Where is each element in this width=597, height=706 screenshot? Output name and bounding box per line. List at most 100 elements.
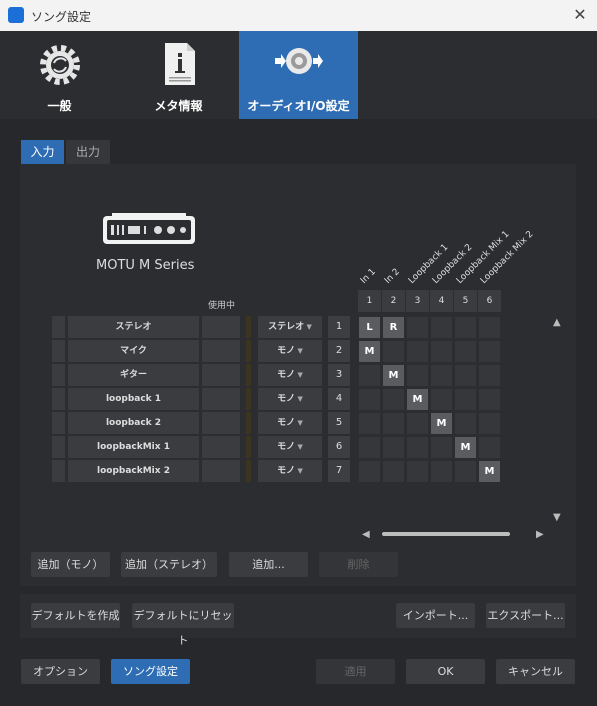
channel-name[interactable]: ギター	[68, 364, 199, 386]
scroll-left-icon[interactable]: ◀	[362, 529, 370, 540]
column-number-header: 1	[358, 290, 381, 312]
device-name: MOTU M Series	[96, 258, 195, 273]
channel-name[interactable]: loopbackMix 1	[68, 436, 199, 458]
channel-type-value: モノ	[277, 370, 296, 380]
channel-type-value: モノ	[277, 394, 296, 404]
channel-type-select[interactable]: モノ ▼	[258, 460, 322, 482]
using-label: 使用中	[208, 301, 236, 311]
scroll-right-icon[interactable]: ▶	[536, 529, 544, 540]
row-handle[interactable]	[52, 436, 65, 458]
row-handle[interactable]	[52, 316, 65, 338]
preset-bar: デフォルトを作成 デフォルトにリセット インポート... エクスポート...	[20, 594, 576, 647]
channel-type-select[interactable]: モノ ▼	[258, 364, 322, 386]
level-meter	[246, 412, 251, 434]
tab-meta-info[interactable]: メタ情報	[119, 31, 238, 119]
ok-button[interactable]: OK	[406, 659, 485, 684]
column-number-header: 4	[430, 290, 453, 312]
channel-using	[202, 388, 240, 410]
channel-name[interactable]: loopbackMix 2	[68, 460, 199, 482]
import-button[interactable]: インポート...	[396, 603, 475, 628]
add-button[interactable]: 追加...	[229, 552, 308, 577]
top-tab-bar: 一般 メタ情報 オーディオI/O設定	[0, 31, 597, 119]
chevron-down-icon: ▼	[295, 371, 303, 379]
chevron-down-icon: ▼	[295, 419, 303, 427]
row-handle[interactable]	[52, 460, 65, 482]
io-panel: MOTU M Series 使用中 In 1 In 2 Loopback 1 Loop…	[20, 164, 576, 586]
channel-using	[202, 364, 240, 386]
channel-using	[202, 340, 240, 362]
level-meter	[246, 388, 251, 410]
channel-type-value: モノ	[277, 442, 296, 452]
channel-number: 6	[328, 436, 350, 458]
channel-type-select[interactable]: モノ ▼	[258, 436, 322, 458]
tab-general-label: 一般	[47, 99, 72, 113]
song-settings-button[interactable]: ソング設定	[111, 659, 190, 684]
channel-name[interactable]: loopback 1	[68, 388, 199, 410]
channel-name[interactable]: マイク	[68, 340, 199, 362]
apply-button[interactable]: 適用	[316, 659, 395, 684]
channel-using	[202, 460, 240, 482]
tab-meta-info-label: メタ情報	[154, 99, 203, 113]
channel-name[interactable]: loopback 2	[68, 412, 199, 434]
tab-general[interactable]: 一般	[0, 31, 119, 119]
level-meter	[246, 460, 251, 482]
channel-type-select[interactable]: モノ ▼	[258, 412, 322, 434]
options-button[interactable]: オプション	[21, 659, 100, 684]
column-channel-label: In 2	[382, 266, 402, 286]
create-default-button[interactable]: デフォルトを作成	[31, 603, 120, 628]
chevron-down-icon: ▼	[295, 443, 303, 451]
level-meter	[246, 364, 251, 386]
channel-row: マイク モノ ▼ 2	[20, 340, 576, 362]
tab-output[interactable]: 出力	[66, 140, 110, 164]
info-document-icon	[164, 43, 195, 85]
channel-row: loopback 1 モノ ▼ 4	[20, 388, 576, 410]
channel-using	[202, 412, 240, 434]
title-bar: ソング設定 ✕	[0, 0, 597, 31]
row-handle[interactable]	[52, 412, 65, 434]
chevron-down-icon: ▼	[295, 347, 303, 355]
audio-io-icon	[274, 48, 323, 74]
scroll-down-icon[interactable]: ▼	[553, 512, 561, 523]
column-number-header: 3	[406, 290, 429, 312]
row-handle[interactable]	[52, 388, 65, 410]
close-icon[interactable]: ✕	[569, 4, 591, 26]
cancel-button[interactable]: キャンセル	[496, 659, 575, 684]
chevron-down-icon: ▼	[304, 323, 312, 331]
reset-default-button[interactable]: デフォルトにリセット	[132, 603, 234, 647]
chevron-down-icon: ▼	[295, 467, 303, 475]
column-channel-label: In 1	[358, 266, 378, 286]
audio-interface-icon	[103, 213, 195, 244]
export-button[interactable]: エクスポート...	[486, 603, 565, 628]
delete-button[interactable]: 削除	[319, 552, 398, 577]
add-stereo-button[interactable]: 追加（ステレオ）	[121, 552, 217, 577]
horizontal-scrollbar[interactable]	[382, 532, 510, 536]
channel-row: loopback 2 モノ ▼ 5	[20, 412, 576, 434]
tab-input[interactable]: 入力	[21, 140, 64, 164]
channel-type-select[interactable]: モノ ▼	[258, 340, 322, 362]
channel-type-select[interactable]: モノ ▼	[258, 388, 322, 410]
channel-row: ステレオ ステレオ ▼ 1	[20, 316, 576, 338]
column-number-header: 5	[454, 290, 477, 312]
row-handle[interactable]	[52, 340, 65, 362]
channel-number: 7	[328, 460, 350, 482]
tab-audio-io[interactable]: オーディオI/O設定	[239, 31, 358, 119]
channel-row: loopbackMix 2 モノ ▼ 7	[20, 460, 576, 482]
column-number-header: 2	[382, 290, 405, 312]
add-mono-button[interactable]: 追加（モノ）	[31, 552, 110, 577]
channel-number: 2	[328, 340, 350, 362]
channel-using	[202, 436, 240, 458]
channel-type-value: モノ	[277, 466, 296, 476]
tab-audio-io-label: オーディオI/O設定	[247, 99, 350, 113]
gear-refresh-icon	[39, 45, 80, 85]
channel-type-value: モノ	[277, 346, 296, 356]
channel-row: loopbackMix 1 モノ ▼ 6	[20, 436, 576, 458]
app-icon	[8, 7, 24, 23]
channel-name[interactable]: ステレオ	[68, 316, 199, 338]
channel-number: 1	[328, 316, 350, 338]
channel-type-value: ステレオ	[268, 322, 305, 332]
scroll-up-icon[interactable]: ▲	[553, 317, 561, 328]
chevron-down-icon: ▼	[295, 395, 303, 403]
level-meter	[246, 340, 251, 362]
row-handle[interactable]	[52, 364, 65, 386]
channel-type-select[interactable]: ステレオ ▼	[258, 316, 322, 338]
